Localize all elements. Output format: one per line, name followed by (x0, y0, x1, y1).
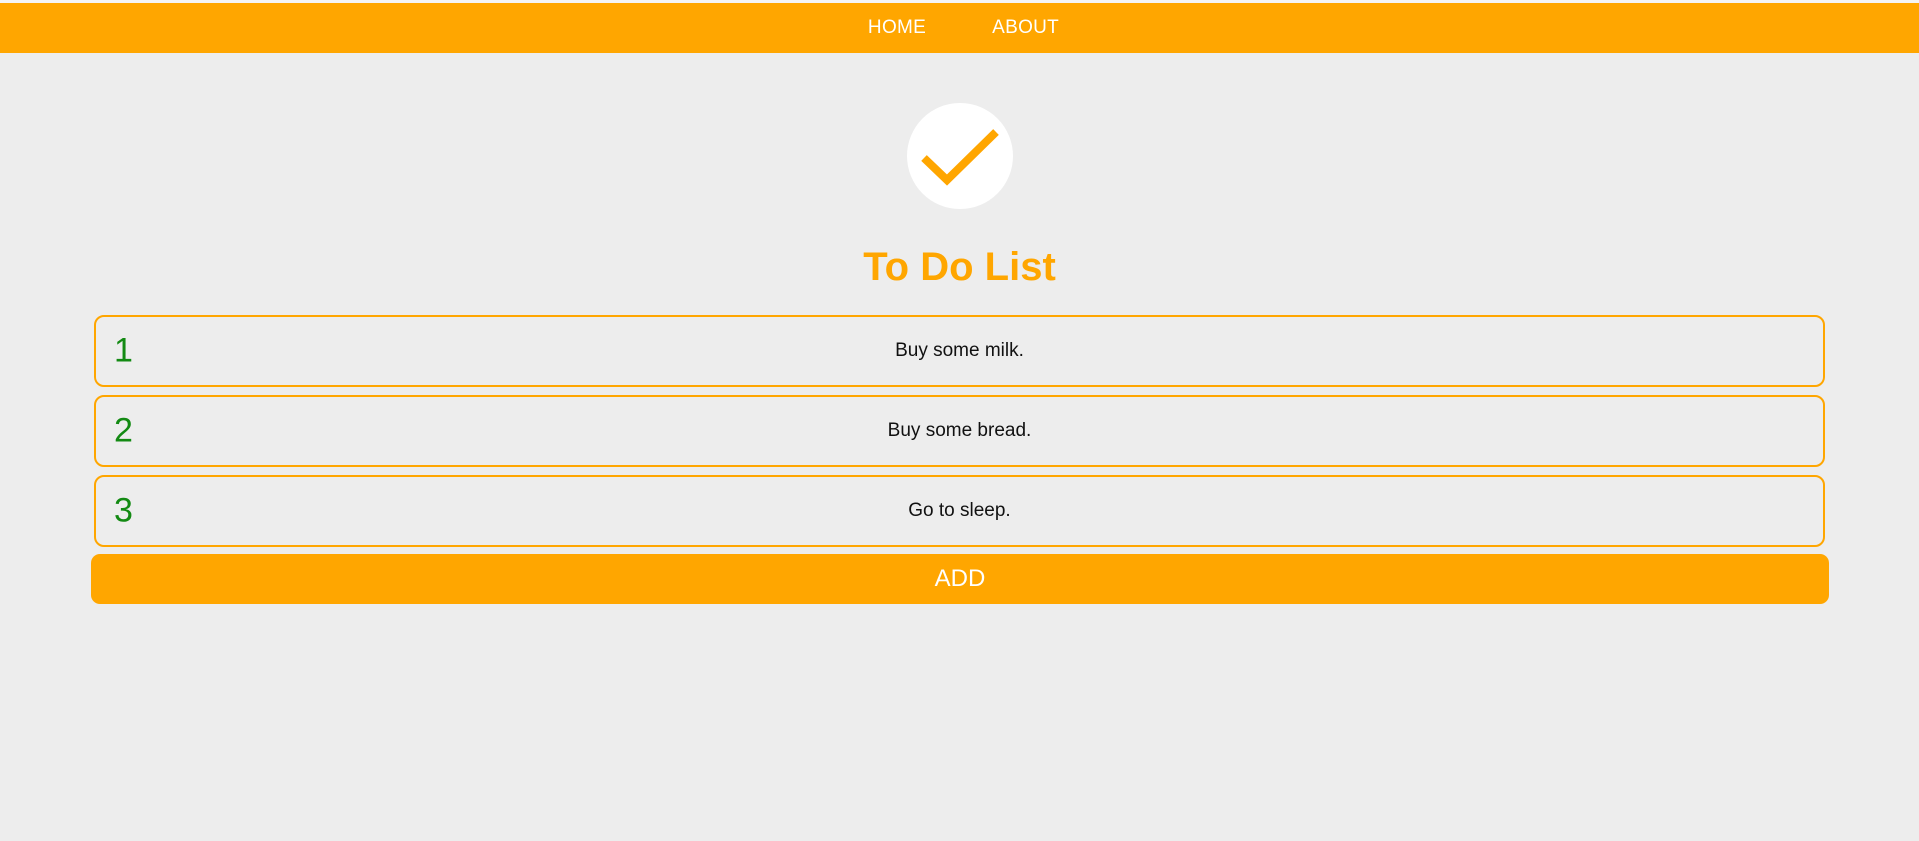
checkmark-icon (920, 129, 999, 186)
todo-text: Buy some milk. (895, 340, 1024, 361)
add-button[interactable]: ADD (91, 554, 1829, 604)
nav-home-link[interactable]: HOME (868, 17, 926, 39)
nav-about-link[interactable]: ABOUT (992, 17, 1059, 39)
page-title: To Do List (863, 245, 1056, 289)
todo-index: 1 (114, 331, 133, 370)
todo-item[interactable]: 3 Go to sleep. (94, 475, 1825, 547)
logo-wrap (0, 103, 1919, 209)
navbar: HOME ABOUT (0, 3, 1919, 53)
todo-text: Buy some bread. (887, 420, 1032, 441)
todo-item[interactable]: 2 Buy some bread. (94, 395, 1825, 467)
todo-list: 1 Buy some milk. 2 Buy some bread. 3 Go … (94, 315, 1825, 547)
todo-index: 2 (114, 411, 133, 450)
todo-text: Go to sleep. (908, 500, 1011, 521)
todo-index: 3 (114, 491, 133, 530)
todo-item[interactable]: 1 Buy some milk. (94, 315, 1825, 387)
logo-circle (906, 103, 1013, 209)
